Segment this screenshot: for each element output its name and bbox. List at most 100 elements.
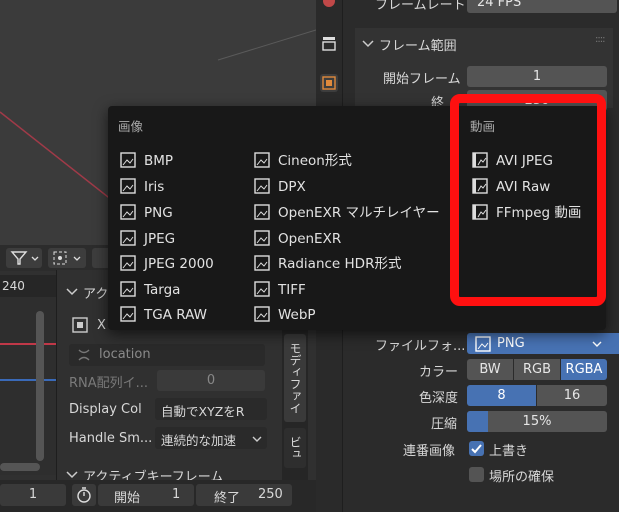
display-color-value: 自動でXYZをR — [161, 404, 245, 419]
color-rgb-button[interactable]: RGB — [514, 359, 560, 380]
chevron-down-icon — [66, 288, 78, 296]
menu-item-openexr[interactable]: OpenEXR — [254, 227, 341, 251]
rna-index-field[interactable]: 0 — [157, 370, 265, 391]
color-rgba-button[interactable]: RGBA — [561, 359, 607, 380]
vertical-scrollbar[interactable] — [36, 311, 44, 461]
menu-item-cineon[interactable]: Cineon形式 — [254, 149, 352, 173]
menu-item-jpeg2000[interactable]: JPEG 2000 — [120, 252, 214, 276]
filter-button[interactable] — [6, 248, 42, 268]
chevron-down-icon — [252, 436, 262, 442]
menu-item-iris[interactable]: Iris — [120, 175, 164, 199]
frame-range-title: フレーム範囲 — [379, 39, 457, 54]
handle-smoothing-value: 連続的な加速 — [161, 433, 237, 448]
frame-rate-dropdown[interactable]: 24 FPS — [467, 0, 617, 13]
current-frame-field[interactable]: 1 — [0, 484, 66, 506]
image-sequence-label: 連番画像 — [403, 444, 456, 459]
frame-rate-label: フレームレート — [375, 0, 466, 13]
end-frame-label: 終了 — [214, 491, 241, 506]
output-tab[interactable] — [320, 34, 338, 52]
drag-handle-icon[interactable]: :::: — [595, 34, 606, 45]
overwrite-label: 上書き — [489, 444, 529, 459]
render-output-tab[interactable] — [320, 74, 338, 92]
image-file-icon — [254, 281, 270, 297]
compression-value: 15% — [522, 414, 552, 429]
image-file-icon — [120, 204, 136, 220]
printer-icon — [322, 37, 336, 51]
menu-item-png[interactable]: PNG — [120, 201, 173, 225]
location-field[interactable]: location — [69, 344, 265, 366]
depth-8-button[interactable]: 8 — [467, 385, 536, 406]
z-curve — [0, 379, 56, 381]
image-file-icon — [120, 178, 136, 194]
image-file-icon — [254, 230, 270, 246]
file-format-dropdown[interactable]: PNG — [467, 333, 619, 354]
graph-editor[interactable]: 240 — [0, 275, 56, 475]
image-file-icon — [254, 204, 270, 220]
menu-item-bmp[interactable]: BMP — [120, 149, 173, 173]
file-format-value: PNG — [497, 336, 525, 351]
image-file-icon — [120, 306, 136, 322]
display-color-dropdown[interactable]: 自動でXYZをR — [155, 398, 267, 420]
overwrite-checkbox[interactable] — [469, 441, 484, 456]
start-frame-label: 開始 — [114, 491, 141, 506]
placeholders-checkbox[interactable] — [469, 467, 484, 482]
scene-tab[interactable] — [320, 0, 338, 10]
stopwatch-button[interactable] — [72, 484, 96, 506]
frame-range-header[interactable]: フレーム範囲 :::: — [355, 32, 613, 54]
tab-view[interactable]: ビュ — [284, 428, 306, 468]
menu-item-webp[interactable]: WebP — [254, 303, 316, 327]
color-depth-label: 色深度 — [419, 391, 459, 406]
timeline-bar: 1 開始 1 終了 250 — [0, 480, 342, 512]
start-frame-label: 開始フレーム — [383, 72, 461, 87]
end-frame-field[interactable]: 終了 250 — [196, 484, 292, 506]
image-file-icon — [254, 306, 270, 322]
compression-label: 圧縮 — [431, 417, 458, 432]
menu-item-jpeg[interactable]: JPEG — [120, 227, 175, 251]
horizontal-scrollbar[interactable] — [0, 463, 40, 471]
tab-modifiers[interactable]: モディファイ — [284, 334, 306, 422]
rna-index-label: RNA配列イ... — [69, 376, 149, 391]
chevron-down-icon — [362, 40, 374, 48]
menu-item-radiance-hdr[interactable]: Radiance HDR形式 — [254, 252, 401, 276]
menu-item-openexr-multilayer[interactable]: OpenEXR マルチレイヤー — [254, 201, 440, 225]
handle-smoothing-dropdown[interactable]: 連続的な加速 — [155, 427, 267, 449]
handle-smoothing-label: Handle Sm... — [69, 431, 153, 446]
image-file-icon — [120, 230, 136, 246]
rna-path-icon — [78, 349, 90, 361]
frame-ruler: 240 — [0, 275, 56, 297]
frame-number: 240 — [2, 279, 25, 293]
x-channel-label: X — [97, 318, 106, 333]
sidebar-tabs: モディファイ ビュ — [282, 330, 308, 480]
highlight-annotation-box — [450, 94, 606, 306]
pivot-button[interactable] — [48, 248, 86, 268]
fcurve-icon — [72, 317, 88, 333]
menu-item-dpx[interactable]: DPX — [254, 175, 306, 199]
color-bw-button[interactable]: BW — [467, 359, 513, 380]
location-placeholder: location — [99, 347, 151, 362]
image-file-icon — [120, 281, 136, 297]
display-color-label: Display Col — [69, 402, 142, 417]
stopwatch-icon — [77, 487, 91, 503]
scene-icon — [323, 0, 335, 7]
filter-icon — [10, 251, 28, 265]
checkmark-icon — [471, 444, 482, 454]
menu-item-tiff[interactable]: TIFF — [254, 278, 306, 302]
image-file-icon — [120, 152, 136, 168]
chevron-down-icon — [31, 256, 39, 261]
depth-16-button[interactable]: 16 — [537, 385, 607, 406]
compression-fill — [467, 411, 488, 432]
output-icon — [322, 76, 336, 90]
image-section-header: 画像 — [118, 119, 144, 134]
placeholders-label: 場所の確保 — [489, 470, 555, 485]
start-frame-field[interactable]: 開始 1 — [98, 484, 194, 506]
chevron-down-icon — [73, 256, 81, 261]
start-frame-field[interactable]: 1 — [467, 66, 607, 87]
menu-item-targa[interactable]: Targa — [120, 278, 180, 302]
color-label: カラー — [419, 365, 459, 380]
section-title: アク — [83, 287, 109, 302]
compression-slider[interactable]: 15% — [467, 411, 607, 432]
x-curve — [0, 343, 56, 345]
file-format-label: ファイルフォ... — [375, 339, 466, 354]
menu-item-tga-raw[interactable]: TGA RAW — [120, 303, 207, 327]
image-file-icon — [254, 255, 270, 271]
